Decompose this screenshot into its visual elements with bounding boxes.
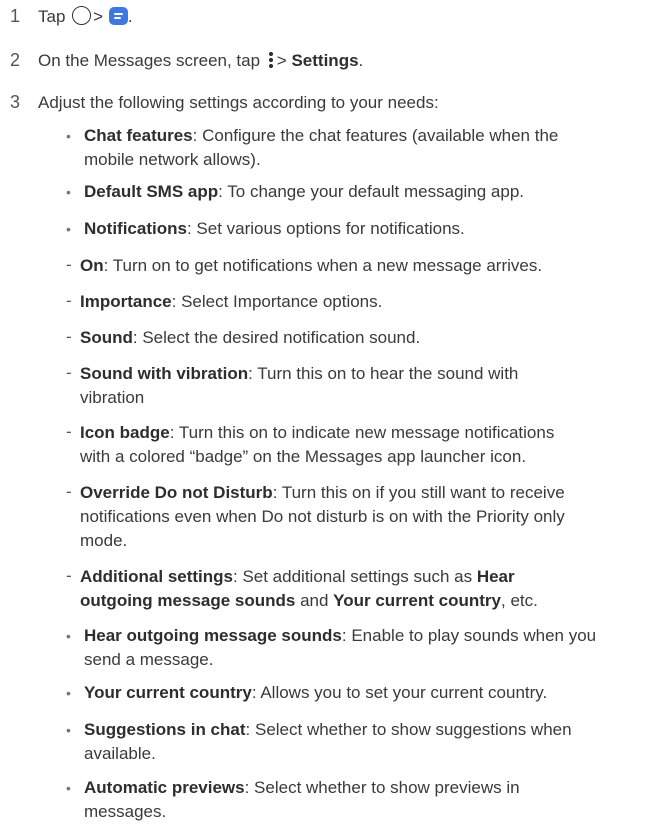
subitem-icon-badge: Icon badge: Turn this on to indicate new… (80, 422, 554, 444)
bullet: • (66, 184, 71, 200)
document-page: 1 Tap > . 2 On the Messages screen, tap … (0, 0, 649, 832)
step-2: On the Messages screen, tap > Settings. (38, 50, 363, 72)
dash: - (66, 255, 72, 274)
dash: - (66, 482, 72, 501)
bullet: • (66, 221, 71, 237)
desc: , etc. (501, 591, 538, 610)
term: Notifications (84, 219, 187, 238)
term-inline: Your current country (333, 591, 501, 610)
bullet: • (66, 722, 71, 738)
item-hear-outgoing-cont: send a message. (84, 650, 214, 669)
subitem-sound-vibration-cont: vibration (80, 388, 145, 407)
desc: : Enable to play sounds when you (341, 626, 597, 645)
subitem-sound-vibration: Sound with vibration: Turn this on to he… (80, 363, 518, 385)
dash: - (66, 363, 72, 382)
step-3: Adjust the following settings according … (38, 93, 439, 112)
desc: and (295, 591, 334, 610)
term: Override Do not Disturb (80, 483, 273, 502)
more-options-icon (267, 51, 274, 69)
subitem-icon-badge-cont: with a colored “badge” on the Messages a… (80, 447, 527, 466)
term: Default SMS app (84, 182, 219, 201)
term-inline: outgoing message sounds (80, 591, 296, 610)
subitem-on: On: Turn on to get notifications when a … (80, 255, 542, 277)
term: Your current country (84, 683, 252, 702)
subitem-importance: Importance: Select Importance options. (80, 291, 382, 313)
item-automatic-previews-cont: messages. (84, 802, 167, 821)
item-suggestions: Suggestions in chat: Select whether to s… (84, 719, 572, 741)
term: Chat features (84, 126, 193, 145)
home-circle-icon (72, 6, 92, 25)
item-automatic-previews: Automatic previews: Select whether to sh… (84, 777, 520, 799)
dash: - (66, 291, 72, 310)
term: Hear outgoing message sounds (84, 626, 342, 645)
term: On (80, 256, 104, 275)
dash: - (66, 566, 72, 585)
subitem-override-dnd: Override Do not Disturb: Turn this on if… (80, 482, 565, 504)
term: Importance (80, 292, 172, 311)
subitem-override-dnd-cont: notifications even when Do not disturb i… (80, 507, 565, 526)
period: . (358, 51, 364, 70)
desc: : Configure the chat features (available… (192, 126, 559, 145)
arrow-separator: > (93, 7, 104, 26)
desc: : Set additional settings such as (233, 567, 477, 586)
arrow-separator: > (276, 51, 287, 70)
desc: : Select the desired notification sound. (132, 328, 421, 347)
step-text: On the Messages screen, tap (38, 51, 261, 70)
term: Automatic previews (84, 778, 245, 797)
step-1: Tap > . (38, 6, 133, 28)
dash: - (66, 327, 72, 346)
period: . (127, 7, 133, 26)
item-hear-outgoing: Hear outgoing message sounds: Enable to … (84, 625, 596, 647)
term: Suggestions in chat (84, 720, 246, 739)
bullet: • (66, 685, 71, 701)
desc: : Select whether to show previews in (244, 778, 520, 797)
step-number: 2 (10, 50, 21, 70)
desc: : Set various options for notifications. (186, 219, 465, 238)
item-chat-features: Chat features: Configure the chat featur… (84, 125, 558, 147)
subitem-sound: Sound: Select the desired notification s… (80, 327, 420, 349)
subitem-override-dnd-cont2: mode. (80, 531, 128, 550)
messages-app-icon (108, 7, 128, 25)
term: Additional settings (80, 567, 233, 586)
dash: - (66, 422, 72, 441)
term: Sound (80, 328, 133, 347)
bullet: • (66, 780, 71, 796)
desc: : Turn on to get notifications when a ne… (103, 256, 543, 275)
subitem-additional-settings: Additional settings: Set additional sett… (80, 566, 515, 588)
step-number: 1 (10, 6, 21, 26)
item-suggestions-cont: available. (84, 744, 156, 763)
desc: : Select whether to show suggestions whe… (245, 720, 572, 739)
desc: : To change your default messaging app. (218, 182, 525, 201)
step-text: Tap (38, 7, 66, 26)
item-chat-features-cont: mobile network allows). (84, 150, 261, 169)
bullet: • (66, 628, 71, 644)
desc: : Turn this on to hear the sound with (248, 364, 519, 383)
item-default-sms: Default SMS app: To change your default … (84, 181, 524, 203)
item-current-country: Your current country: Allows you to set … (84, 682, 547, 704)
step-number: 3 (10, 92, 21, 112)
settings-term: Settings (291, 51, 359, 70)
term: Icon badge (80, 423, 170, 442)
desc: : Select Importance options. (171, 292, 383, 311)
term: Sound with vibration (80, 364, 249, 383)
desc: : Allows you to set your current country… (251, 683, 548, 702)
desc: : Turn this on if you still want to rece… (272, 483, 565, 502)
item-notifications: Notifications: Set various options for n… (84, 218, 465, 240)
subitem-additional-settings-cont: outgoing message sounds and Your current… (80, 590, 538, 612)
desc: : Turn this on to indicate new message n… (169, 423, 555, 442)
bullet: • (66, 128, 71, 144)
term-inline: Hear (476, 567, 515, 586)
